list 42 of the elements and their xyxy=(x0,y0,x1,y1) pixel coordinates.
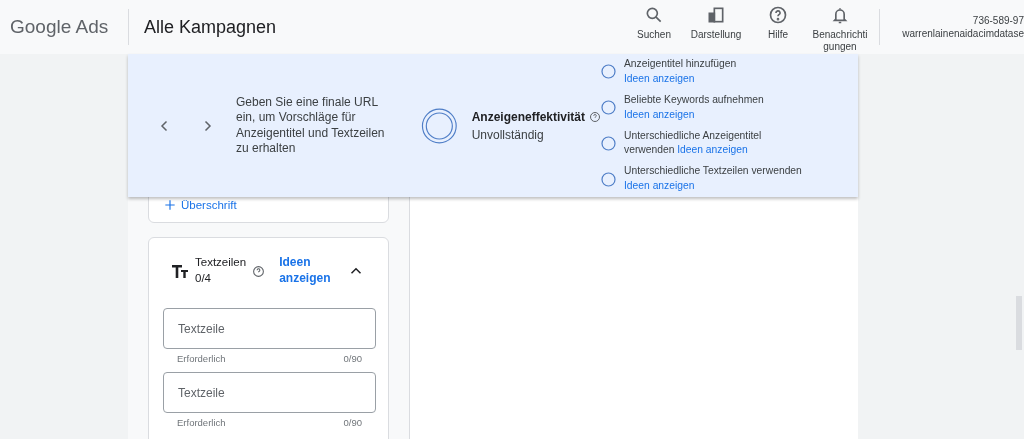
section-title: Textzeilen xyxy=(195,255,247,271)
tip-text: Anzeigentitel hinzufügen Ideen anzeigen xyxy=(624,56,738,86)
tip-text: Unterschiedliche Anzeigentitel verwenden Ideen anzeigen xyxy=(624,128,763,158)
tip-text: Unterschiedliche Textzeilen verwenden Ideen anzeigen xyxy=(624,164,803,194)
logo: Google Ads xyxy=(9,14,110,39)
plus-icon xyxy=(163,198,177,213)
empty-circle-icon[interactable] xyxy=(601,135,616,151)
ideas-link[interactable]: Ideen anzeigen xyxy=(624,72,695,84)
bar-chart-icon xyxy=(706,5,726,25)
help-icon xyxy=(252,264,266,278)
help-icon xyxy=(768,5,788,25)
ideas-link[interactable]: Ideen anzeigen xyxy=(279,255,340,287)
toolbar-button[interactable]: Darstellung xyxy=(685,5,747,41)
account-email: warrenlainenaidacimdatase xyxy=(901,27,1024,41)
character-counter: 0/90 xyxy=(343,352,362,366)
toolbar-button[interactable]: Benachrichti gungen xyxy=(809,5,871,53)
toolbar-button[interactable]: Hilfe xyxy=(747,5,809,41)
section-count: 0/4 xyxy=(195,271,212,286)
text-field[interactable]: Textzeile xyxy=(163,308,376,349)
empty-circle-icon[interactable] xyxy=(601,64,616,80)
effectiveness-status: Unvollständig xyxy=(471,126,545,144)
add-headline-link[interactable]: Überschrift xyxy=(163,196,237,214)
text-field[interactable]: Textzeile xyxy=(163,372,376,414)
helper-text: Erforderlich xyxy=(177,416,226,431)
ideas-link[interactable]: Ideen anzeigen xyxy=(624,108,695,120)
account-id: 736-589-97 xyxy=(971,13,1024,27)
effectiveness-label: Anzeigeneffektivität xyxy=(471,108,585,126)
bell-icon xyxy=(830,5,850,25)
empty-circle-icon[interactable] xyxy=(601,171,616,187)
empty-circle-icon[interactable] xyxy=(601,100,616,116)
ideas-link[interactable]: Ideen anzeigen xyxy=(677,144,748,156)
banner-message: Geben Sie eine finale URL ein, um Vorschläge für Anzeigentitel und Textzeilen zu erhalten xyxy=(236,95,386,156)
toolbar-button[interactable]: Suchen xyxy=(623,5,685,41)
ideas-link[interactable]: Ideen anzeigen xyxy=(624,180,695,192)
helper-text: Erforderlich xyxy=(177,352,226,366)
search-icon xyxy=(644,5,664,25)
page-title: Alle Kampagnen xyxy=(143,15,278,39)
progress-ring-icon xyxy=(421,106,458,145)
character-counter: 0/90 xyxy=(343,416,362,431)
help-icon xyxy=(589,110,601,123)
text-size-icon xyxy=(171,264,189,278)
tip-text: Beliebte Keywords aufnehmen Ideen anzeigen xyxy=(624,92,765,122)
